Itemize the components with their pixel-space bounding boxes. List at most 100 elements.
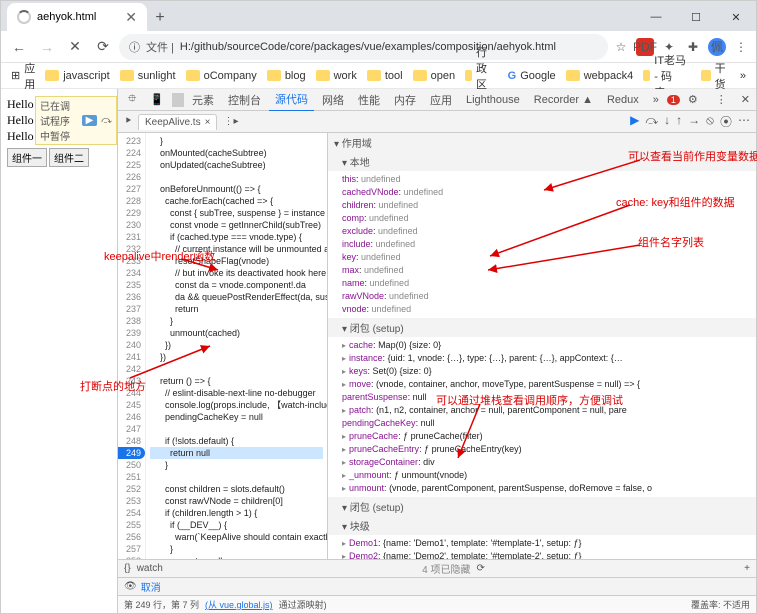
devtools-tab[interactable]: 应用 bbox=[424, 89, 458, 111]
watch-refresh-icon[interactable]: ⟳ bbox=[476, 563, 484, 574]
step-over-button[interactable]: ⤼ bbox=[645, 113, 658, 130]
scope-variable[interactable]: instance: {uid: 1, vnode: {…}, type: {…}… bbox=[342, 352, 752, 365]
pause-exceptions-button[interactable]: ⦿ bbox=[720, 113, 732, 130]
devtools-tab[interactable]: 源代码 bbox=[269, 89, 314, 112]
live-expr-icon[interactable]: 👁 bbox=[124, 581, 137, 592]
step-into-button[interactable]: ↓ bbox=[664, 113, 670, 130]
devtools-tab[interactable]: 元素 bbox=[186, 89, 220, 111]
scope-variable[interactable]: name: undefined bbox=[342, 277, 752, 290]
devtools-tab[interactable]: Lighthouse bbox=[460, 91, 526, 109]
url-input[interactable]: ⓘ 文件 | H:/github/sourceCode/core/package… bbox=[119, 34, 608, 60]
more-files-icon[interactable]: ⋮▸ bbox=[223, 116, 238, 127]
bookmark-item[interactable]: webpack4 bbox=[566, 70, 634, 82]
scope-variable[interactable]: rawVNode: undefined bbox=[342, 290, 752, 303]
device-icon[interactable]: 📱 bbox=[144, 90, 170, 109]
scope-variable[interactable]: cachedVNode: undefined bbox=[342, 186, 752, 199]
scope-variable[interactable]: keys: Set(0) {size: 0} bbox=[342, 365, 752, 378]
bookmark-item[interactable]: javascript bbox=[45, 70, 109, 82]
apps-button[interactable]: ⊞ 应用 bbox=[11, 60, 35, 92]
stop-button[interactable]: ✕ bbox=[63, 35, 87, 59]
sourcemap-link[interactable]: (从 vue.global.js) bbox=[205, 598, 273, 611]
devtools-tab[interactable]: 内存 bbox=[388, 89, 422, 111]
scope-variable[interactable]: Demo1: {name: 'Demo1', template: '#templ… bbox=[342, 537, 752, 550]
bookmark-item[interactable]: GGoogle bbox=[508, 70, 556, 82]
devtools-tab[interactable]: Recorder ▲ bbox=[528, 91, 599, 109]
scope-variable[interactable]: patch: (n1, n2, container, anchor = null… bbox=[342, 404, 752, 417]
settings-icon[interactable]: ⚙ bbox=[682, 90, 704, 109]
component-two-button[interactable]: 组件二 bbox=[49, 148, 89, 167]
scope-variable[interactable]: this: undefined bbox=[342, 173, 752, 186]
forward-button[interactable]: → bbox=[35, 35, 59, 59]
devtools-tab[interactable]: 控制台 bbox=[222, 89, 267, 111]
scope-variable[interactable]: move: (vnode, container, anchor, moveTyp… bbox=[342, 378, 752, 391]
step-icon[interactable]: ⤼ bbox=[101, 115, 112, 126]
scope-variable[interactable]: Demo2: {name: 'Demo2', template: '#templ… bbox=[342, 550, 752, 559]
menu-icon[interactable]: ⋮ bbox=[732, 38, 750, 56]
scope-header[interactable]: ▾ 作用域 bbox=[328, 133, 756, 152]
back-button[interactable]: ← bbox=[7, 35, 31, 59]
bookmark-item[interactable]: work bbox=[316, 70, 357, 82]
watch-icon[interactable]: {} bbox=[124, 563, 131, 574]
devtools-tab[interactable]: 网络 bbox=[316, 89, 350, 111]
scope-variable[interactable]: comp: undefined bbox=[342, 212, 752, 225]
component-one-button[interactable]: 组件一 bbox=[7, 148, 47, 167]
expr-label[interactable]: 取消 bbox=[141, 579, 161, 594]
scope-closure2-header[interactable]: ▾ 闭包 (setup) bbox=[328, 497, 756, 516]
devtools-close-icon[interactable]: ✕ bbox=[735, 90, 756, 109]
scope-variable[interactable]: max: undefined bbox=[342, 264, 752, 277]
scope-variable[interactable]: exclude: undefined bbox=[342, 225, 752, 238]
scope-closure-body: cache: Map(0) {size: 0}instance: {uid: 1… bbox=[328, 337, 756, 497]
step-button[interactable]: → bbox=[688, 113, 700, 130]
scope-variable[interactable]: pruneCache: ƒ pruneCache(filter) bbox=[342, 430, 752, 443]
scope-variable[interactable]: storageContainer: div bbox=[342, 456, 752, 469]
close-tab-icon[interactable]: ✕ bbox=[125, 9, 137, 26]
scope-variable[interactable]: children: undefined bbox=[342, 199, 752, 212]
scope-variable[interactable]: cache: Map(0) {size: 0} bbox=[342, 339, 752, 352]
scope-variable[interactable]: include: undefined bbox=[342, 238, 752, 251]
deactivate-bp-button[interactable]: ⦸ bbox=[706, 113, 714, 130]
devtools-tab[interactable]: Redux bbox=[601, 91, 645, 109]
scope-variable[interactable]: vnode: undefined bbox=[342, 303, 752, 316]
browser-tab[interactable]: aehyok.html ✕ bbox=[7, 3, 147, 31]
site-info-icon[interactable]: ⓘ bbox=[129, 39, 140, 55]
devtools-menu-icon[interactable]: ⋮ bbox=[710, 90, 733, 109]
scope-variable[interactable]: pendingCacheKey: null bbox=[342, 417, 752, 430]
debug-more-icon[interactable]: ⋯ bbox=[738, 113, 750, 130]
step-out-button[interactable]: ↑ bbox=[676, 113, 682, 130]
bookmark-item[interactable]: open bbox=[413, 70, 455, 82]
minimize-button[interactable]: — bbox=[636, 3, 676, 31]
inspect-icon[interactable]: ⯐ bbox=[122, 89, 142, 112]
error-badge[interactable]: 1 bbox=[667, 95, 680, 105]
scope-variable[interactable]: _unmount: ƒ unmount(vnode) bbox=[342, 469, 752, 482]
scope-variable[interactable]: parentSuspense: null bbox=[342, 391, 752, 404]
line-gutter[interactable]: 2232242252262272282292302312322332342352… bbox=[118, 133, 146, 559]
scope-local-header[interactable]: ▾ 本地 bbox=[328, 152, 756, 171]
scope-closure-header[interactable]: ▾ 闭包 (setup) bbox=[328, 318, 756, 337]
resume-button[interactable]: ▶ bbox=[630, 113, 639, 130]
profile-avatar-icon[interactable]: 佩 bbox=[708, 38, 726, 56]
google-icon: G bbox=[508, 70, 517, 82]
close-file-icon[interactable]: × bbox=[205, 117, 211, 128]
bookmark-item[interactable]: tool bbox=[367, 70, 403, 82]
scope-variable[interactable]: pruneCacheEntry: ƒ pruneCacheEntry(key) bbox=[342, 443, 752, 456]
watch-add-icon[interactable]: + bbox=[744, 563, 750, 574]
scope-variable[interactable]: key: undefined bbox=[342, 251, 752, 264]
scope-block-header[interactable]: ▾ 块级 bbox=[328, 516, 756, 535]
devtools-tab[interactable]: 性能 bbox=[352, 89, 386, 111]
reload-button[interactable]: ⟳ bbox=[91, 35, 115, 59]
maximize-button[interactable]: ☐ bbox=[676, 3, 716, 31]
close-window-button[interactable]: ✕ bbox=[716, 3, 756, 31]
code-view[interactable]: } onMounted(cacheSubtree) onUpdated(cach… bbox=[146, 133, 327, 559]
bookmark-item[interactable]: sunlight bbox=[120, 70, 176, 82]
new-tab-button[interactable]: + bbox=[147, 5, 173, 31]
resume-icon[interactable]: ▶ bbox=[82, 115, 98, 126]
bookmark-item[interactable]: blog bbox=[267, 70, 306, 82]
navigator-toggle-icon[interactable]: ⯈ bbox=[124, 116, 132, 127]
scope-variable[interactable]: unmount: (vnode, parentComponent, parent… bbox=[342, 482, 752, 495]
bookmark-item[interactable]: oCompany bbox=[186, 70, 257, 82]
bookmarks-overflow[interactable]: » bbox=[740, 70, 746, 82]
tabs-more[interactable]: » bbox=[647, 91, 665, 109]
source-file-tab[interactable]: KeepAlive.ts × bbox=[138, 114, 217, 130]
star-icon[interactable]: ☆ bbox=[612, 38, 630, 56]
bookmark-item[interactable]: 干货 bbox=[701, 60, 730, 92]
